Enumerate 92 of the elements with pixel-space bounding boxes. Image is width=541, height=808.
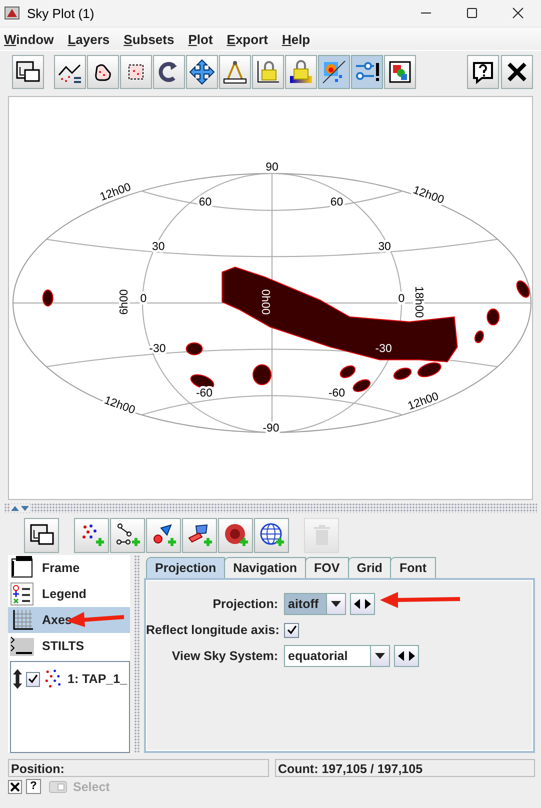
caret-icon bbox=[375, 653, 385, 659]
float-icon bbox=[28, 522, 54, 548]
reorder-arrows-icon[interactable] bbox=[13, 668, 22, 690]
layer-toolbar-button[interactable] bbox=[254, 518, 289, 552]
control-list-item[interactable]: Frame bbox=[8, 555, 130, 581]
toolbar-button[interactable] bbox=[54, 55, 86, 89]
lock-axes-icon bbox=[255, 59, 281, 85]
toolbar-button[interactable] bbox=[252, 55, 284, 89]
add-density-icon bbox=[222, 522, 248, 548]
toolbar-button[interactable] bbox=[219, 55, 251, 89]
control-list-item[interactable]: STILTS bbox=[8, 633, 130, 659]
axis-label: 30 bbox=[152, 241, 165, 254]
toolbar-button[interactable] bbox=[186, 55, 218, 89]
axis-label: -60 bbox=[328, 388, 345, 400]
sky-system-dropdown[interactable]: equatorial bbox=[284, 645, 390, 667]
field-label: Projection: bbox=[212, 597, 278, 611]
float-icon bbox=[15, 59, 41, 85]
toolbar-button[interactable] bbox=[467, 55, 499, 89]
close-icon[interactable] bbox=[8, 780, 22, 794]
layer-toolbar-button[interactable] bbox=[182, 518, 217, 552]
layer-toolbar-button[interactable] bbox=[24, 518, 59, 552]
axis-label: 12h00 bbox=[411, 184, 446, 206]
close-icon[interactable] bbox=[512, 7, 524, 19]
axis-label: -30 bbox=[149, 342, 166, 355]
right-triangle-icon bbox=[365, 599, 372, 609]
step-buttons[interactable] bbox=[350, 593, 375, 615]
layer-toolbar-button[interactable] bbox=[146, 518, 181, 552]
navigate-icon bbox=[189, 59, 215, 85]
axis-label: 6h00 bbox=[118, 289, 131, 315]
menu-item[interactable]: Subsets bbox=[124, 32, 174, 46]
axis-label: 12h00 bbox=[102, 394, 137, 417]
caret-icon bbox=[331, 601, 341, 607]
count-field: Count: 197,105 / 197,105 bbox=[275, 759, 535, 777]
layer-toolbar-button[interactable] bbox=[110, 518, 145, 552]
add-marks-icon bbox=[150, 522, 176, 548]
lock-aux-icon bbox=[288, 59, 314, 85]
toolbar-button[interactable] bbox=[501, 55, 533, 89]
layer-label[interactable]: 1: TAP_1_ bbox=[68, 672, 128, 686]
axis-label: 0 bbox=[398, 293, 405, 306]
axis-label: 30 bbox=[378, 241, 391, 254]
toolbar-button[interactable] bbox=[87, 55, 119, 89]
axis-label: 12h00 bbox=[98, 181, 133, 204]
toolbar-button[interactable] bbox=[285, 55, 317, 89]
menu-item[interactable]: Help bbox=[282, 32, 310, 46]
layer-toolbar-button[interactable] bbox=[218, 518, 253, 552]
axis-label: 90 bbox=[266, 162, 278, 174]
axis-label: 60 bbox=[330, 196, 344, 208]
app-icon bbox=[4, 5, 20, 21]
maximize-icon[interactable] bbox=[466, 7, 478, 19]
help-icon bbox=[470, 59, 496, 85]
menu-item[interactable]: Export bbox=[226, 32, 268, 46]
toolbar-button[interactable] bbox=[351, 55, 383, 89]
position-field: Position: bbox=[8, 759, 269, 777]
menu-item[interactable]: Window bbox=[4, 32, 54, 46]
toolbar-button[interactable] bbox=[384, 55, 416, 89]
step-buttons[interactable] bbox=[394, 645, 419, 667]
add-grid-icon bbox=[258, 522, 284, 548]
layer-checkbox[interactable] bbox=[26, 672, 40, 686]
axis-label: 0h00 bbox=[259, 289, 271, 315]
right-triangle-icon bbox=[409, 651, 416, 661]
axis-label: -60 bbox=[196, 388, 213, 400]
help-button[interactable]: ? bbox=[26, 779, 41, 794]
field-label: View Sky System: bbox=[170, 649, 278, 663]
tab[interactable]: Font bbox=[390, 557, 436, 578]
reflect-checkbox[interactable] bbox=[284, 622, 299, 638]
stilts-icon bbox=[10, 634, 34, 658]
axis-label: 60 bbox=[198, 196, 212, 208]
axis-label: 18h00 bbox=[412, 286, 424, 318]
field-label: Reflect longitude axis: bbox=[146, 623, 278, 637]
menu-item[interactable]: Plot bbox=[188, 32, 213, 46]
window-icon bbox=[49, 780, 67, 792]
axis-label: 0 bbox=[140, 293, 147, 306]
scatter-points-icon bbox=[44, 668, 64, 690]
axis-label: 12h00 bbox=[406, 390, 440, 413]
axis-label: -90 bbox=[262, 422, 280, 435]
window-title: Sky Plot (1) bbox=[27, 6, 94, 20]
control-list-item[interactable]: Legend bbox=[8, 581, 130, 607]
density-icon bbox=[321, 59, 347, 85]
left-triangle-icon bbox=[398, 651, 404, 661]
add-area-icon bbox=[186, 522, 212, 548]
toolbar-button[interactable] bbox=[153, 55, 185, 89]
toolbar-button[interactable] bbox=[120, 55, 152, 89]
compass-icon bbox=[222, 59, 248, 85]
add-pairs-icon bbox=[114, 522, 140, 548]
menu-item[interactable]: Layers bbox=[68, 32, 110, 46]
tab[interactable]: Navigation bbox=[224, 557, 306, 578]
split-arrows-icon[interactable] bbox=[10, 504, 30, 512]
axis-label: -30 bbox=[375, 342, 392, 355]
projection-dropdown[interactable]: aitoff bbox=[284, 593, 346, 615]
left-triangle-icon bbox=[354, 599, 360, 609]
tab[interactable]: Projection bbox=[146, 557, 226, 578]
toolbar-button[interactable] bbox=[12, 55, 44, 89]
